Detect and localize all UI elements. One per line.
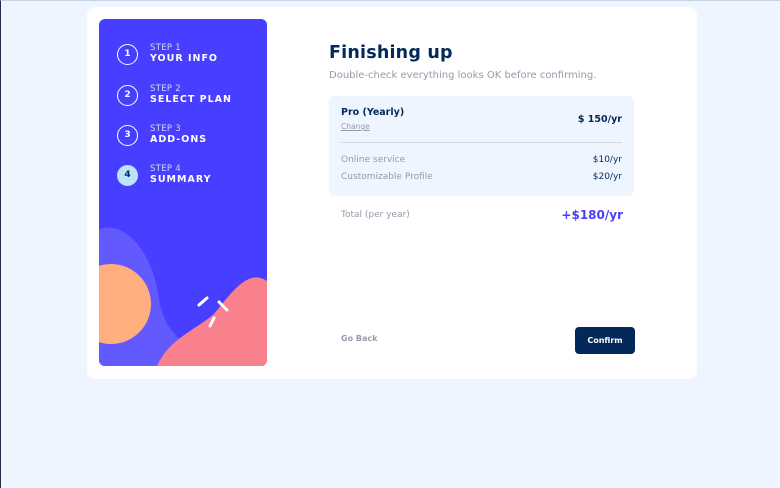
order-summary: Pro (Yearly) Change $ 150/yr Online serv…: [329, 96, 634, 196]
step-1: 1 STEP 1 YOUR INFO: [117, 43, 218, 65]
step-title: YOUR INFO: [150, 53, 219, 64]
steps-sidebar: 1 STEP 1 YOUR INFO 2 STEP 2 SELECT PLAN …: [99, 19, 267, 366]
step-label: STEP 3: [150, 124, 181, 134]
step-number-badge: 2: [117, 84, 138, 106]
divider: [341, 142, 622, 143]
plan-price: $ 150/yr: [577, 114, 622, 125]
summary-panel: Finishing up Double-check everything loo…: [329, 7, 635, 379]
step-2: 2 STEP 2 SELECT PLAN: [117, 84, 232, 106]
addon-price: $10/yr: [592, 155, 622, 165]
page-subtitle: Double-check everything looks OK before …: [329, 70, 597, 81]
addon-price: $20/yr: [592, 172, 622, 182]
step-number-badge: 3: [117, 124, 138, 146]
step-number-badge-active: 4: [117, 164, 138, 186]
change-plan-link[interactable]: Change: [341, 122, 370, 131]
step-label: STEP 4: [150, 164, 181, 174]
addon-name: Online service: [341, 155, 406, 165]
plan-name: Pro (Yearly): [341, 107, 405, 118]
sidebar-decoration: [99, 227, 267, 366]
addon-name: Customizable Profile: [341, 172, 433, 182]
go-back-button[interactable]: Go Back: [341, 334, 377, 343]
step-title: SELECT PLAN: [150, 94, 232, 105]
step-number-badge: 1: [117, 43, 138, 65]
step-title: SUMMARY: [150, 174, 212, 185]
confirm-button[interactable]: Confirm: [575, 327, 635, 354]
step-label: STEP 2: [150, 84, 181, 94]
step-label: STEP 1: [150, 43, 181, 53]
form-card: 1 STEP 1 YOUR INFO 2 STEP 2 SELECT PLAN …: [87, 7, 697, 379]
step-title: ADD-ONS: [150, 134, 208, 145]
page-title: Finishing up: [329, 43, 453, 63]
step-4: 4 STEP 4 SUMMARY: [117, 164, 212, 186]
total-label: Total (per year): [341, 210, 410, 220]
total-price: +$180/yr: [561, 208, 623, 222]
step-3: 3 STEP 3 ADD-ONS: [117, 124, 207, 146]
